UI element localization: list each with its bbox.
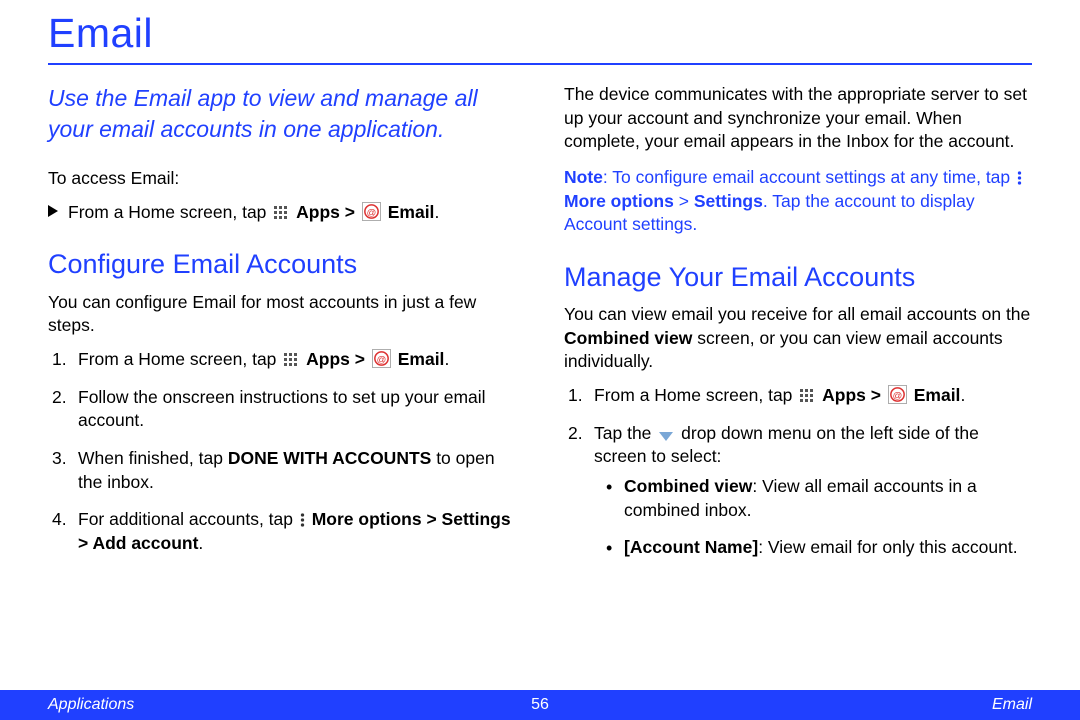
ms1-gt: > bbox=[866, 385, 886, 405]
email-label: Email bbox=[388, 202, 435, 222]
configure-steps: From a Home screen, tap Apps > Email. Fo… bbox=[48, 348, 516, 555]
cs4-pre: For additional accounts, tap bbox=[78, 509, 298, 529]
access-step-text: From a Home screen, tap bbox=[68, 202, 271, 222]
cs4-mid: > bbox=[422, 509, 442, 529]
configure-step-1: From a Home screen, tap Apps > Email. bbox=[48, 348, 516, 372]
apps-label: Apps bbox=[296, 202, 340, 222]
ms1-email: Email bbox=[914, 385, 961, 405]
b1-b: Combined view bbox=[624, 476, 752, 496]
email-icon bbox=[362, 202, 381, 221]
manage-step-1: From a Home screen, tap Apps > Email. bbox=[564, 384, 1032, 408]
cs1-email: Email bbox=[398, 349, 445, 369]
b2-post: : View email for only this account. bbox=[758, 537, 1017, 557]
manage-heading: Manage Your Email Accounts bbox=[564, 259, 1032, 295]
apps-grid-icon bbox=[799, 388, 815, 404]
cs3-pre: When finished, tap bbox=[78, 448, 228, 468]
apps-grid-icon bbox=[273, 205, 289, 221]
cs1-pre: From a Home screen, tap bbox=[78, 349, 281, 369]
title-rule bbox=[48, 63, 1032, 65]
cs4-b3: Add account bbox=[92, 533, 198, 553]
server-para: The device communicates with the appropr… bbox=[564, 83, 1032, 154]
ms1-apps: Apps bbox=[822, 385, 866, 405]
configure-step-2: Follow the onscreen instructions to set … bbox=[48, 386, 516, 433]
access-step: From a Home screen, tap Apps > Email. bbox=[48, 201, 516, 225]
cs4-post: . bbox=[198, 533, 203, 553]
play-icon bbox=[48, 205, 58, 217]
ms1-pre: From a Home screen, tap bbox=[594, 385, 797, 405]
note-b1: More options bbox=[564, 191, 674, 211]
configure-step-4: For additional accounts, tap More option… bbox=[48, 508, 516, 555]
ms2-pre: Tap the bbox=[594, 423, 656, 443]
cs4-b1: More options bbox=[312, 509, 422, 529]
ms1-period: . bbox=[960, 385, 965, 405]
intro-text: Use the Email app to view and manage all… bbox=[48, 83, 516, 145]
right-column: The device communicates with the appropr… bbox=[564, 83, 1032, 574]
note-para: Note: To configure email account setting… bbox=[564, 166, 1032, 237]
configure-intro: You can configure Email for most account… bbox=[48, 291, 516, 338]
footer-right: Email bbox=[992, 696, 1032, 714]
dropdown-icon bbox=[658, 430, 674, 442]
period-1: . bbox=[434, 202, 439, 222]
configure-step-3: When finished, tap DONE WITH ACCOUNTS to… bbox=[48, 447, 516, 494]
manage-bullets: Combined view: View all email accounts i… bbox=[594, 475, 1032, 560]
cs3-b: DONE WITH ACCOUNTS bbox=[228, 448, 432, 468]
configure-heading: Configure Email Accounts bbox=[48, 246, 516, 282]
gt-1: > bbox=[340, 202, 360, 222]
cs4-b2: Settings bbox=[442, 509, 511, 529]
mi-b: Combined view bbox=[564, 328, 692, 348]
email-icon bbox=[372, 349, 391, 368]
left-column: Use the Email app to view and manage all… bbox=[48, 83, 516, 574]
bullet-account-name: [Account Name]: View email for only this… bbox=[604, 536, 1032, 560]
footer-page-number: 56 bbox=[531, 696, 549, 714]
access-label: To access Email: bbox=[48, 167, 516, 191]
cs1-gt: > bbox=[350, 349, 370, 369]
footer-left: Applications bbox=[48, 696, 134, 714]
more-options-icon bbox=[300, 512, 305, 528]
b2-b: [Account Name] bbox=[624, 537, 758, 557]
manage-intro: You can view email you receive for all e… bbox=[564, 303, 1032, 374]
apps-grid-icon bbox=[283, 352, 299, 368]
cs1-apps: Apps bbox=[306, 349, 350, 369]
page-title: Email bbox=[48, 10, 1032, 63]
mi-pre: You can view email you receive for all e… bbox=[564, 304, 1030, 324]
note-mid: > bbox=[674, 191, 694, 211]
bullet-combined: Combined view: View all email accounts i… bbox=[604, 475, 1032, 522]
cs1-period: . bbox=[444, 349, 449, 369]
note-t1: : To configure email account settings at… bbox=[603, 167, 1015, 187]
manage-step-2: Tap the drop down menu on the left side … bbox=[564, 422, 1032, 560]
email-icon bbox=[888, 385, 907, 404]
manage-steps: From a Home screen, tap Apps > Email. Ta… bbox=[564, 384, 1032, 560]
note-label: Note bbox=[564, 167, 603, 187]
cs4-mid2: > bbox=[78, 533, 92, 553]
more-options-icon bbox=[1017, 170, 1022, 186]
note-b2: Settings bbox=[694, 191, 763, 211]
footer-bar: Applications 56 Email bbox=[0, 690, 1080, 720]
